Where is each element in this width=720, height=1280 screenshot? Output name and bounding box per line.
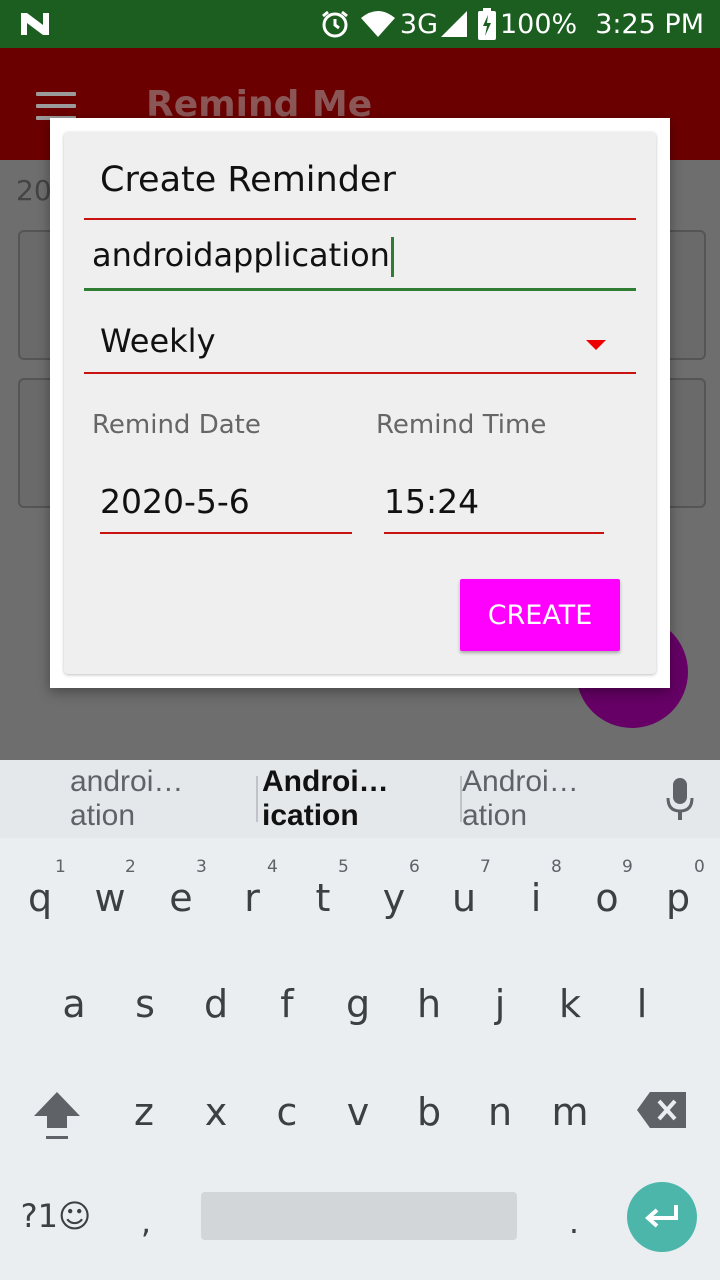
key-l[interactable]: l — [620, 976, 664, 1032]
battery-percent: 100% — [500, 8, 578, 40]
key-v[interactable]: v — [336, 1084, 380, 1140]
key-x[interactable]: x — [194, 1084, 238, 1140]
reminder-text-value: androidapplication — [92, 236, 390, 274]
wifi-icon — [360, 10, 396, 38]
remind-date-field[interactable]: 2020-5-6 — [100, 474, 352, 534]
network-type-label: 3G — [399, 8, 438, 40]
key-t[interactable]: t — [301, 870, 345, 926]
key-hint-0: 0 — [694, 857, 705, 877]
shift-icon — [34, 1092, 80, 1139]
key-hint-4: 4 — [267, 857, 278, 877]
remind-time-value: 15:24 — [384, 482, 480, 521]
comma-key[interactable]: , — [126, 1196, 166, 1248]
suggestion-left[interactable]: androi…ation — [70, 760, 244, 838]
suggestion-center[interactable]: Androi…ication — [262, 760, 458, 838]
repeat-dropdown-value: Weekly — [100, 322, 216, 360]
create-button[interactable]: CREATE — [460, 579, 620, 651]
symbols-key[interactable]: ?1☺ — [16, 1190, 96, 1242]
battery-charging-icon — [478, 8, 496, 40]
key-g[interactable]: g — [336, 976, 380, 1032]
key-m[interactable]: m — [548, 1084, 592, 1140]
key-q[interactable]: q — [18, 870, 62, 926]
key-n[interactable]: n — [478, 1084, 522, 1140]
key-e[interactable]: e — [159, 870, 203, 926]
key-k[interactable]: k — [548, 976, 592, 1032]
mic-icon[interactable] — [666, 778, 694, 822]
key-h[interactable]: h — [407, 976, 451, 1032]
key-hint-3: 3 — [196, 857, 207, 877]
key-hint-7: 7 — [480, 857, 491, 877]
text-caret — [390, 237, 394, 277]
key-hint-9: 9 — [622, 857, 633, 877]
list-header-text: 20 — [16, 174, 52, 207]
key-hint-2: 2 — [125, 857, 136, 877]
shift-key[interactable] — [32, 1090, 82, 1142]
key-u[interactable]: u — [442, 870, 486, 926]
remind-date-value: 2020-5-6 — [100, 482, 250, 521]
key-o[interactable]: o — [585, 870, 629, 926]
suggestion-divider — [256, 776, 258, 822]
backspace-key[interactable] — [636, 1090, 688, 1130]
enter-icon — [644, 1205, 678, 1228]
key-hint-5: 5 — [338, 857, 349, 877]
dropdown-arrow-icon — [586, 340, 606, 350]
key-i[interactable]: i — [514, 870, 558, 926]
signal-icon — [440, 10, 468, 38]
key-z[interactable]: z — [122, 1084, 166, 1140]
period-key[interactable]: . — [554, 1196, 594, 1248]
space-bar[interactable] — [201, 1192, 517, 1240]
key-c[interactable]: c — [265, 1084, 309, 1140]
key-b[interactable]: b — [407, 1084, 451, 1140]
key-r[interactable]: r — [230, 870, 274, 926]
key-a[interactable]: a — [52, 976, 96, 1032]
alarm-icon — [320, 9, 350, 39]
key-j[interactable]: j — [478, 976, 522, 1032]
key-hint-8: 8 — [551, 857, 562, 877]
status-bar: 3G 100% 3:25 PM — [0, 0, 720, 48]
backspace-icon — [637, 1092, 686, 1128]
create-reminder-dialog: Create Reminder androidapplication Weekl… — [50, 118, 670, 688]
suggestion-right[interactable]: Androi…ation — [462, 760, 624, 838]
key-f[interactable]: f — [265, 976, 309, 1032]
key-p[interactable]: p — [656, 870, 700, 926]
key-y[interactable]: y — [372, 870, 416, 926]
repeat-dropdown[interactable]: Weekly — [84, 314, 636, 374]
enter-key[interactable] — [627, 1182, 697, 1252]
remind-date-label: Remind Date — [92, 410, 261, 440]
clock: 3:25 PM — [595, 8, 704, 40]
key-hint-1: 1 — [55, 857, 66, 877]
suggestion-bar: androi…ation Androi…ication Androi…ation — [0, 760, 720, 838]
n-notification-icon — [18, 9, 52, 39]
remind-time-field[interactable]: 15:24 — [384, 474, 604, 534]
title-field-value: Create Reminder — [100, 160, 396, 200]
key-w[interactable]: w — [88, 870, 132, 926]
key-s[interactable]: s — [123, 976, 167, 1032]
key-d[interactable]: d — [194, 976, 238, 1032]
reminder-text-input[interactable]: androidapplication — [84, 230, 636, 291]
key-hint-6: 6 — [409, 857, 420, 877]
remind-time-label: Remind Time — [376, 410, 547, 440]
title-field[interactable]: Create Reminder — [84, 154, 636, 220]
